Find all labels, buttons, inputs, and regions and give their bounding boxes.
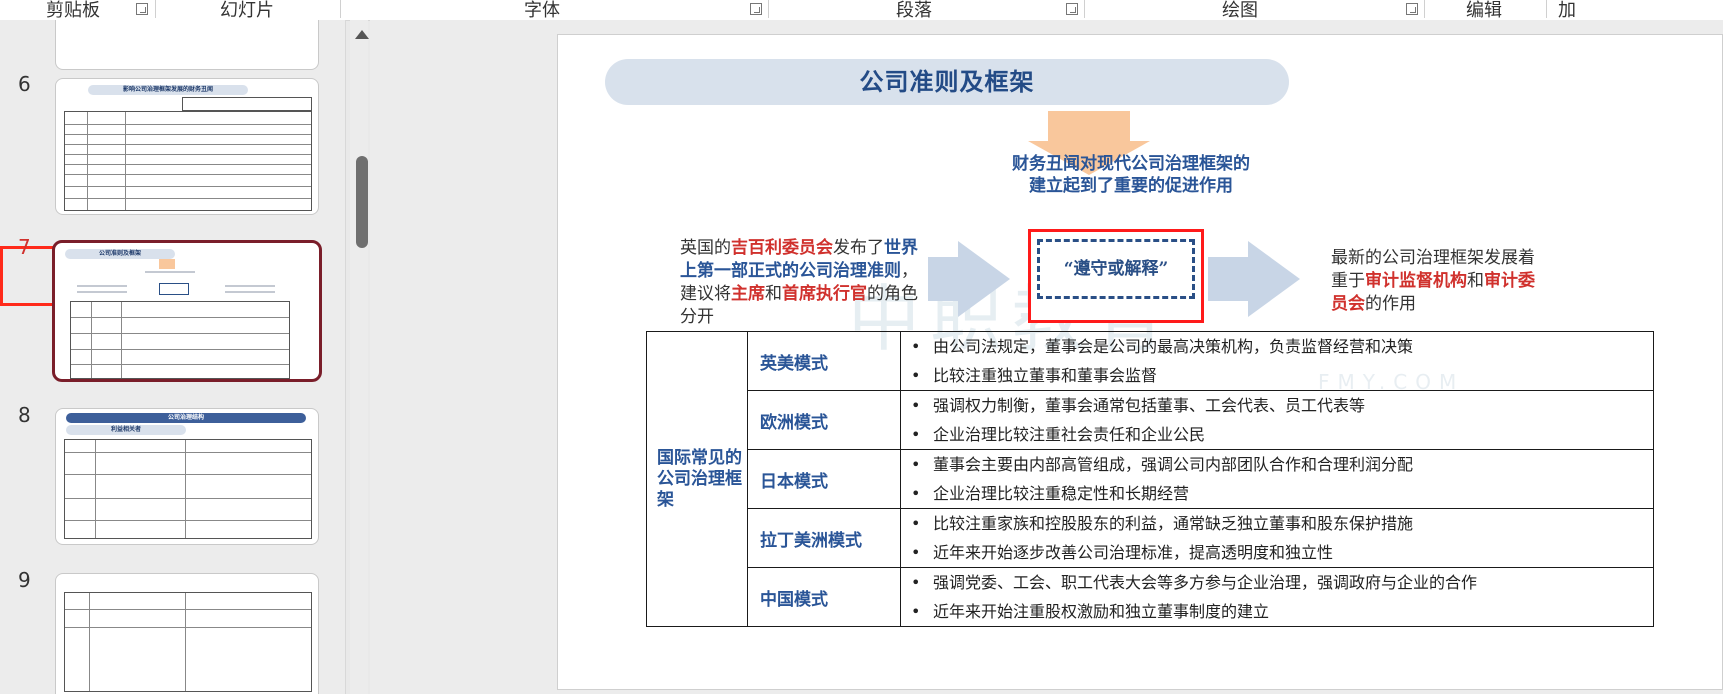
scroll-up-arrow-icon[interactable] xyxy=(355,30,369,39)
ribbon-separator xyxy=(155,0,156,18)
uk-cadbury-text[interactable]: 英国的吉百利委员会发布了世界上第一部正式的公司治理准则，建议将主席和首席执行官的… xyxy=(680,237,918,329)
thumb-title: 公司准则及框架 xyxy=(65,249,175,259)
slide-thumbnail-7[interactable]: 公司准则及框架 xyxy=(52,240,322,382)
right-chevron-arrow-shape[interactable] xyxy=(1248,241,1300,317)
thumb-arrow xyxy=(159,259,175,269)
table-category-cell[interactable]: 国际常见的公司治理框架 xyxy=(646,331,748,627)
bullet-item: 由公司法规定，董事会是公司的最高决策机构，负责监督经营和决策 xyxy=(901,332,1653,361)
bullet-item: 强调权力制衡，董事会通常包括董事、工会代表、员工代表等 xyxy=(901,391,1653,420)
bullet-item: 董事会主要由内部高管组成，强调公司内部团队合作和合理利润分配 xyxy=(901,450,1653,479)
right-text-part3: 的作用 xyxy=(1365,294,1416,314)
model-name-cell[interactable]: 拉丁美洲模式 xyxy=(747,508,901,568)
bullet-item: 近年来开始注重股权激励和独立董事制度的建立 xyxy=(901,597,1653,626)
bullet-item: 近年来开始逐步改善公司治理标准，提高透明度和独立性 xyxy=(901,538,1653,567)
right-chevron-body xyxy=(1208,257,1248,301)
uk-text-part4: 和 xyxy=(765,284,782,304)
slide-number-6: 6 xyxy=(18,72,31,96)
table-row: 拉丁美洲模式 比较注重家族和控股股东的利益，通常缺乏独立董事和股东保护措施 近年… xyxy=(647,508,1654,568)
thumb-title: 公司治理结构 xyxy=(66,413,306,423)
uk-text-part2: 发布了 xyxy=(833,238,884,258)
bullet-item: 强调党委、工会、职工代表大会等多方参与企业治理，强调政府与企业的合作 xyxy=(901,568,1653,597)
model-name-cell[interactable]: 欧洲模式 xyxy=(747,390,901,450)
ribbon-separator xyxy=(1084,0,1085,18)
thumb-table xyxy=(70,301,290,379)
thumb-title: 影响公司治理框架发展的财务丑闻 xyxy=(88,85,248,95)
ribbon-separator xyxy=(768,0,769,18)
right-text-part2: 和 xyxy=(1467,271,1484,291)
table-row: 日本模式 董事会主要由内部高管组成，强调公司内部团队合作和合理利润分配 企业治理… xyxy=(647,449,1654,509)
slide-number-8: 8 xyxy=(18,403,31,427)
thumbnail-scrollbar[interactable] xyxy=(350,20,368,694)
cadbury-committee-highlight: 吉百利委员会 xyxy=(731,238,833,258)
table-row: 中国模式 强调党委、工会、职工代表大会等多方参与企业治理，强调政府与企业的合作 … xyxy=(647,567,1654,627)
slide-thumbnail-pane[interactable]: 6 影响公司治理框架发展的财务丑闻 7 公司准则及框架 8 公司治理结构 利益相… xyxy=(0,20,346,694)
thumb-table xyxy=(64,439,312,539)
model-name-cell[interactable]: 日本模式 xyxy=(747,449,901,509)
ceo-highlight: 首席执行官 xyxy=(782,284,867,304)
left-chevron-body xyxy=(928,257,958,301)
chairman-highlight: 主席 xyxy=(731,284,765,304)
slide-thumbnail-9[interactable] xyxy=(55,573,319,694)
audit-agency-highlight: 审计监督机构 xyxy=(1365,271,1467,291)
model-bullets-cell[interactable]: 董事会主要由内部高管组成，强调公司内部团队合作和合理利润分配 企业治理比较注重稳… xyxy=(900,449,1654,509)
bullet-item: 比较注重独立董事和董事会监督 xyxy=(901,361,1653,390)
bullet-item: 企业治理比较注重社会责任和企业公民 xyxy=(901,420,1653,449)
model-bullets-cell[interactable]: 强调权力制衡，董事会通常包括董事、工会代表、员工代表等 企业治理比较注重社会责任… xyxy=(900,390,1654,450)
bullet-item: 比较注重家族和控股股东的利益，通常缺乏独立董事和股东保护措施 xyxy=(901,509,1653,538)
slide-thumbnail-5[interactable] xyxy=(55,20,319,70)
ribbon-group-font: 字体 xyxy=(524,0,560,21)
table-row: 国际常见的公司治理框架 英美模式 由公司法规定，董事会是公司的最高决策机构，负责… xyxy=(646,331,1654,627)
model-bullets-cell[interactable]: 强调党委、工会、职工代表大会等多方参与企业治理，强调政府与企业的合作 近年来开始… xyxy=(900,567,1654,627)
ribbon-separator xyxy=(1424,0,1425,18)
model-bullets-cell[interactable]: 由公司法规定，董事会是公司的最高决策机构，负责监督经营和决策 比较注重独立董事和… xyxy=(900,331,1654,391)
ribbon-group-slides: 幻灯片 xyxy=(220,0,274,21)
thumb-subtitle: 利益相关者 xyxy=(66,425,186,435)
clipboard-launcher-icon[interactable] xyxy=(136,3,148,15)
drawing-launcher-icon[interactable] xyxy=(1406,3,1418,15)
scandal-promotion-text[interactable]: 财务丑闻对现代公司治理框架的建立起到了重要的促进作用 xyxy=(1006,153,1256,197)
ribbon-group-paragraph: 段落 xyxy=(896,0,932,21)
left-chevron-arrow-shape[interactable] xyxy=(958,241,1010,317)
thumbnail-scrollbar-thumb[interactable] xyxy=(356,156,368,248)
ribbon-group-addins: 加 xyxy=(1558,0,1576,21)
thumb-table xyxy=(64,111,312,211)
latest-framework-text[interactable]: 最新的公司治理框架发展着重于审计监督机构和审计委员会的作用 xyxy=(1331,247,1541,316)
slide-title[interactable]: 公司准则及框架 xyxy=(605,59,1289,105)
ribbon-group-editing: 编辑 xyxy=(1466,0,1502,21)
ribbon-group-drawing: 绘图 xyxy=(1222,0,1258,21)
model-bullets-cell[interactable]: 比较注重家族和控股股东的利益，通常缺乏独立董事和股东保护措施 近年来开始逐步改善… xyxy=(900,508,1654,568)
model-name-cell[interactable]: 英美模式 xyxy=(747,331,901,391)
slide-number-9: 9 xyxy=(18,568,31,592)
uk-text-part1: 英国的 xyxy=(680,238,731,258)
slide-thumbnail-8[interactable]: 公司治理结构 利益相关者 xyxy=(55,408,319,545)
slide-canvas[interactable]: 公司准则及框架 中职教育 FMY.COM 财务丑闻对现代公司治理框架的建立起到了… xyxy=(557,34,1723,690)
ribbon-separator xyxy=(340,0,341,18)
slide-number-7: 7 xyxy=(18,235,31,259)
comply-or-explain-box[interactable]: “遵守或解释” xyxy=(1037,239,1195,299)
thumb-table xyxy=(64,592,312,692)
down-arrow-shape[interactable] xyxy=(1048,111,1130,141)
table-row: 欧洲模式 强调权力制衡，董事会通常包括董事、工会代表、员工代表等 企业治理比较注… xyxy=(647,390,1654,450)
thumb-callout xyxy=(182,97,312,111)
ribbon-separator xyxy=(1546,0,1547,18)
paragraph-launcher-icon[interactable] xyxy=(1066,3,1078,15)
slide-thumbnail-6[interactable]: 影响公司治理框架发展的财务丑闻 xyxy=(55,78,319,215)
model-name-cell[interactable]: 中国模式 xyxy=(747,567,901,627)
font-launcher-icon[interactable] xyxy=(750,3,762,15)
bullet-item: 企业治理比较注重稳定性和长期经营 xyxy=(901,479,1653,508)
ribbon-group-clipboard: 剪贴板 xyxy=(46,0,100,21)
governance-models-table[interactable]: 国际常见的公司治理框架 英美模式 由公司法规定，董事会是公司的最高决策机构，负责… xyxy=(646,331,1654,627)
thumb-comply-box xyxy=(159,283,189,295)
ribbon-group-labels: 剪贴板 幻灯片 字体 段落 绘图 编辑 加 xyxy=(0,0,1723,21)
